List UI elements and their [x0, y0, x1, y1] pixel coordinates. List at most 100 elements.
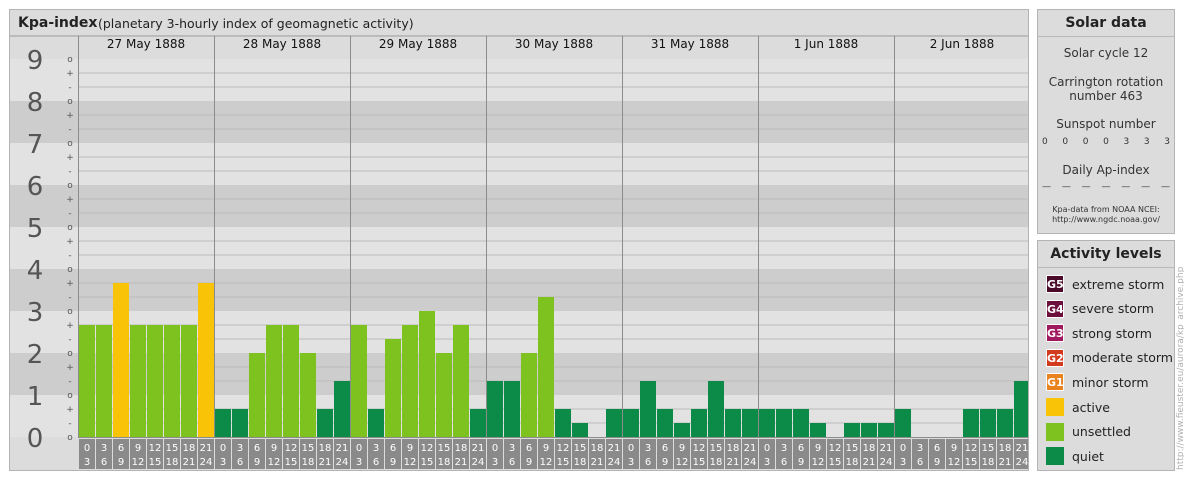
hour-label-top: 9	[679, 443, 685, 454]
sub-tick-label: -	[68, 125, 71, 135]
sunspot-value: 3	[1143, 137, 1150, 147]
chart-day-labels: 27 May 1888 28 May 1888 29 May 1888 30 May …	[107, 37, 994, 51]
activity-level-item: G3 strong storm	[1046, 324, 1152, 343]
activity-level-item: G1 minor storm	[1046, 373, 1149, 392]
kp-bar	[266, 324, 282, 437]
hour-label-bottom: 6	[373, 457, 379, 468]
day-label: 29 May 1888	[379, 37, 457, 51]
kp-bar	[470, 408, 486, 437]
activity-level-item: quiet	[1046, 447, 1104, 466]
hour-label-top: 9	[407, 443, 413, 454]
day-label: 30 May 1888	[515, 37, 593, 51]
kp-bar	[215, 408, 231, 437]
kp-bar	[861, 423, 877, 437]
solar-cycle: Solar cycle 12	[1063, 46, 1149, 60]
kp-bar	[623, 408, 639, 437]
hour-label-top: 21	[472, 443, 485, 454]
sub-tick-label: o	[67, 139, 73, 149]
sub-tick-label: +	[66, 279, 74, 289]
sunspot-value: 3	[1123, 137, 1130, 147]
hour-label-bottom: 24	[1016, 457, 1028, 468]
hour-label-bottom: 12	[540, 457, 553, 468]
y-tick-label: 6	[27, 172, 44, 202]
sunspot-value: 0	[1103, 137, 1109, 147]
carrington-rotation-line2: number 463	[1069, 89, 1143, 103]
y-tick-label: 8	[27, 88, 44, 118]
band-5	[10, 185, 1028, 227]
hour-label-top: 0	[220, 443, 226, 454]
band-3	[10, 269, 1028, 311]
hour-label-top: 12	[285, 443, 298, 454]
hour-label-top: 15	[438, 443, 451, 454]
sub-tick-label: o	[67, 223, 73, 233]
kp-bar	[351, 324, 367, 437]
hour-label-bottom: 21	[183, 457, 196, 468]
kp-bar	[759, 408, 775, 437]
hour-label-top: 0	[900, 443, 906, 454]
hour-label-bottom: 3	[764, 457, 770, 468]
kp-bar	[453, 324, 469, 437]
kp-bar	[232, 408, 248, 437]
kp-bar	[1014, 381, 1028, 437]
activity-level-item: G2 moderate storm	[1046, 348, 1173, 367]
kp-bar	[606, 408, 622, 437]
hour-label-top: 0	[628, 443, 634, 454]
day-label: 28 May 1888	[243, 37, 321, 51]
activity-level-label: unsettled	[1072, 424, 1131, 440]
hour-label-bottom: 15	[557, 457, 570, 468]
hour-label-top: 21	[336, 443, 349, 454]
hour-label-bottom: 3	[492, 457, 498, 468]
hour-label-top: 18	[319, 443, 332, 454]
activity-level-label: strong storm	[1072, 325, 1152, 341]
chart-hour-labels: 0336699121215151818212124033669912121515…	[79, 439, 1028, 469]
hour-label-bottom: 12	[132, 457, 145, 468]
kp-bar	[674, 423, 690, 437]
hour-label-top: 6	[390, 443, 396, 454]
sub-tick-label: o	[67, 55, 73, 65]
kp-bar	[334, 381, 350, 437]
hour-label-top: 3	[645, 443, 651, 454]
hour-label-top: 3	[101, 443, 107, 454]
ap-index-value: —	[1101, 182, 1111, 192]
hour-label-bottom: 3	[628, 457, 634, 468]
hour-label-top: 6	[118, 443, 124, 454]
y-tick-label: 4	[27, 256, 44, 286]
kp-bar	[538, 297, 554, 437]
hour-label-top: 6	[662, 443, 668, 454]
hour-label-top: 3	[781, 443, 787, 454]
kpa-chart: 27 May 1888 28 May 1888 29 May 1888 30 May …	[10, 36, 1028, 469]
hour-label-bottom: 12	[812, 457, 825, 468]
kp-bar	[640, 381, 656, 437]
hour-label-bottom: 3	[220, 457, 226, 468]
hour-label-bottom: 9	[934, 457, 940, 468]
kp-bar	[657, 408, 673, 437]
sunspot-value: 3	[1164, 137, 1170, 147]
hour-label-top: 0	[492, 443, 498, 454]
page-title: Kpa-index	[18, 15, 98, 31]
hour-label-top: 18	[727, 443, 740, 454]
sub-tick-label: +	[66, 195, 74, 205]
hour-label-bottom: 24	[472, 457, 485, 468]
kp-bar	[402, 324, 418, 437]
activity-level-label: severe storm	[1072, 301, 1154, 317]
hour-label-bottom: 18	[166, 457, 179, 468]
ap-index-value: —	[1061, 182, 1071, 192]
hour-label-top: 3	[509, 443, 515, 454]
hour-label-top: 12	[421, 443, 434, 454]
activity-level-label: moderate storm	[1072, 350, 1173, 366]
kp-bar	[147, 324, 163, 437]
sub-tick-label: +	[66, 363, 74, 373]
kp-bar	[436, 353, 452, 437]
hour-label-bottom: 21	[863, 457, 876, 468]
sub-tick-label: o	[67, 181, 73, 191]
hour-label-bottom: 18	[574, 457, 587, 468]
hour-label-bottom: 6	[509, 457, 515, 468]
hour-label-bottom: 9	[390, 457, 396, 468]
day-label: 31 May 1888	[651, 37, 729, 51]
sub-tick-label: -	[68, 335, 71, 345]
sunspot-values: 0 0 0 0 3 3 3	[1042, 137, 1170, 147]
page-subtitle: (planetary 3-hourly index of geomagnetic…	[98, 16, 414, 31]
hour-label-bottom: 9	[798, 457, 804, 468]
activity-level-swatch: G4	[1046, 299, 1064, 318]
band-4	[10, 227, 1028, 269]
